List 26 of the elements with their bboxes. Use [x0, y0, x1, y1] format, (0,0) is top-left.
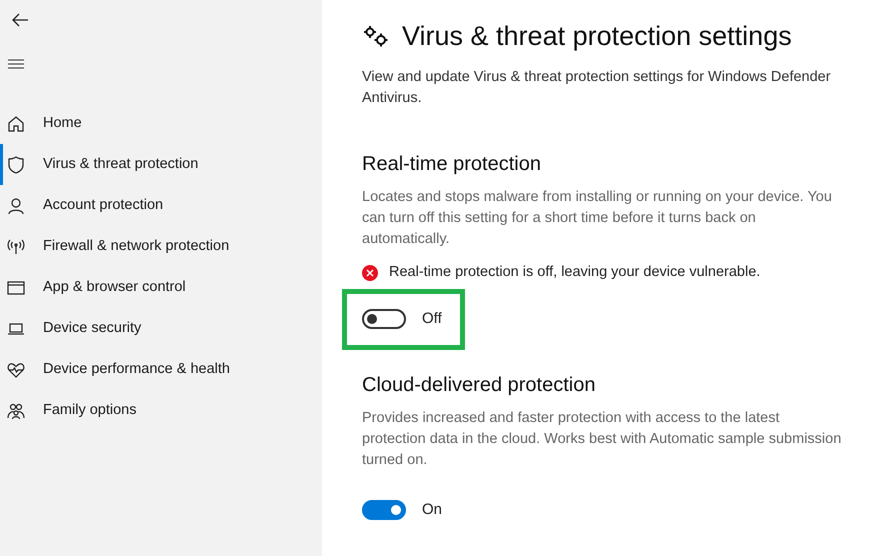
- sidebar-item[interactable]: Firewall & network protection: [0, 226, 322, 267]
- back-arrow-icon: [11, 12, 29, 28]
- person-icon: [6, 196, 26, 216]
- section-description: Provides increased and faster protection with access to the latest protection data in the cloud. Works best with Automatic sample submission turned on.: [362, 408, 842, 470]
- home-icon: [6, 114, 26, 134]
- sidebar-item[interactable]: Virus & threat protection: [0, 144, 322, 185]
- toggle-switch[interactable]: [362, 500, 406, 520]
- shield-icon: [6, 154, 26, 174]
- error-icon: [362, 264, 378, 281]
- sidebar-item[interactable]: App & browser control: [0, 267, 322, 308]
- gears-icon: [362, 24, 390, 49]
- sidebar-item[interactable]: Device performance & health: [0, 349, 322, 390]
- sidebar-item[interactable]: Device security: [0, 308, 322, 349]
- warning-text: Real-time protection is off, leaving your device vulnerable.: [389, 262, 760, 282]
- toggle-label: On: [422, 500, 442, 520]
- section-description: Locates and stops malware from installing or running on your device. You can turn off this setting for a short time before it turns back on automatically.: [362, 188, 833, 249]
- page-title: Virus & threat protection settings: [402, 20, 792, 53]
- sidebar-item[interactable]: Home: [0, 103, 322, 144]
- menu-icon: [8, 59, 24, 69]
- page-description: View and update Virus & threat protection settings for Windows Defender Antivirus.: [362, 68, 832, 108]
- section-heading: Cloud-delivered protection: [362, 372, 596, 398]
- sidebar-item[interactable]: Family options: [0, 390, 322, 431]
- sidebar-item[interactable]: Account protection: [0, 185, 322, 226]
- toggle-switch[interactable]: [362, 309, 406, 329]
- section-heading: Real-time protection: [362, 152, 542, 177]
- toggle-label: Off: [422, 308, 442, 329]
